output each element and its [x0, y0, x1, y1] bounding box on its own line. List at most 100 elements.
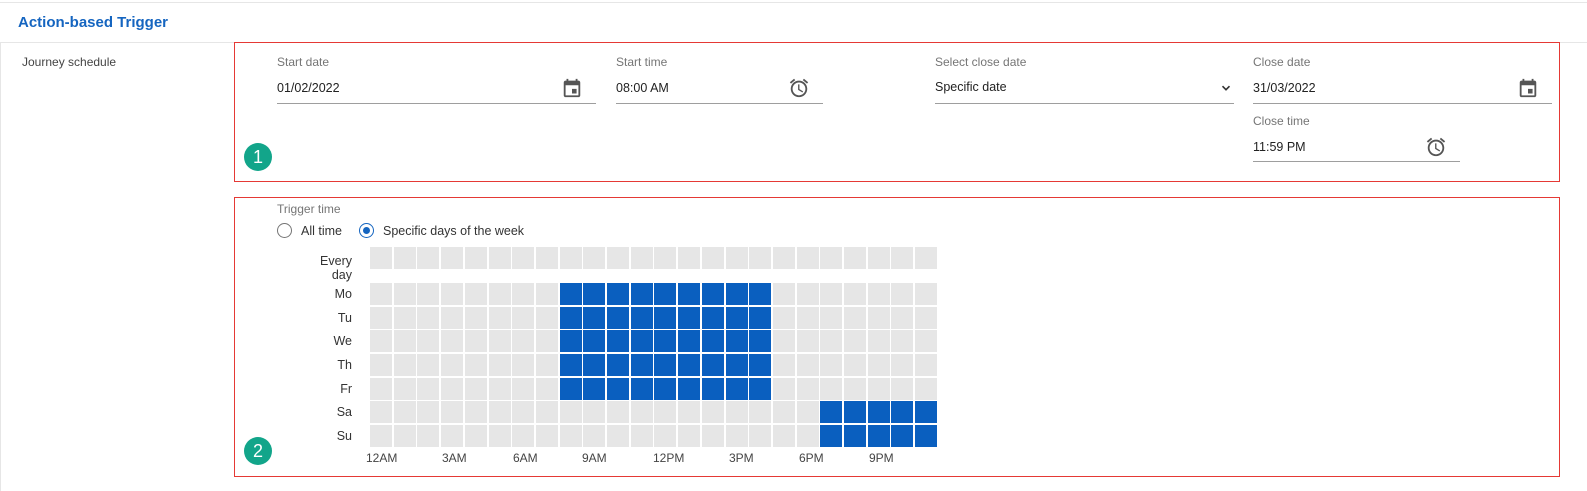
radio-specific-days-button[interactable] — [359, 223, 374, 238]
hour-cell-fr-1[interactable] — [394, 378, 416, 400]
hour-cell-every-day-11[interactable] — [631, 247, 653, 269]
hour-cell-tu-10[interactable] — [607, 307, 629, 329]
hour-cell-fr-8[interactable] — [560, 378, 582, 400]
close-date-field[interactable]: 31/03/2022 — [1253, 81, 1316, 95]
hour-cell-mo-23[interactable] — [915, 283, 937, 305]
hour-cell-we-19[interactable] — [820, 330, 842, 352]
hour-cell-we-23[interactable] — [915, 330, 937, 352]
hour-cell-fr-16[interactable] — [749, 378, 771, 400]
hour-cell-th-7[interactable] — [536, 354, 558, 376]
hour-cell-th-20[interactable] — [844, 354, 866, 376]
hour-cell-every-day-3[interactable] — [441, 247, 463, 269]
alarm-clock-icon[interactable] — [1425, 136, 1447, 158]
hour-cell-mo-15[interactable] — [726, 283, 748, 305]
hour-cell-every-day-21[interactable] — [868, 247, 890, 269]
hour-cell-fr-19[interactable] — [820, 378, 842, 400]
start-time-field[interactable]: 08:00 AM — [616, 81, 669, 95]
hour-cell-mo-9[interactable] — [583, 283, 605, 305]
calendar-icon[interactable] — [561, 77, 583, 99]
hour-cell-sa-17[interactable] — [773, 401, 795, 423]
hour-cell-we-14[interactable] — [702, 330, 724, 352]
hour-cell-tu-8[interactable] — [560, 307, 582, 329]
hour-cell-th-19[interactable] — [820, 354, 842, 376]
hour-cell-mo-13[interactable] — [678, 283, 700, 305]
hour-cell-su-8[interactable] — [560, 425, 582, 447]
hour-cell-sa-1[interactable] — [394, 401, 416, 423]
hour-cell-su-15[interactable] — [726, 425, 748, 447]
hour-cell-th-3[interactable] — [441, 354, 463, 376]
hour-cell-we-2[interactable] — [417, 330, 439, 352]
hour-cell-su-23[interactable] — [915, 425, 937, 447]
hour-cell-su-4[interactable] — [465, 425, 487, 447]
hour-cell-every-day-6[interactable] — [512, 247, 534, 269]
hour-cell-th-17[interactable] — [773, 354, 795, 376]
hour-cell-every-day-15[interactable] — [726, 247, 748, 269]
hour-cell-every-day-19[interactable] — [820, 247, 842, 269]
hour-cell-mo-18[interactable] — [797, 283, 819, 305]
hour-cell-th-2[interactable] — [417, 354, 439, 376]
hour-cell-th-4[interactable] — [465, 354, 487, 376]
hour-cell-fr-18[interactable] — [797, 378, 819, 400]
hour-cell-we-4[interactable] — [465, 330, 487, 352]
hour-cell-th-16[interactable] — [749, 354, 771, 376]
hour-cell-sa-23[interactable] — [915, 401, 937, 423]
hour-cell-tu-1[interactable] — [394, 307, 416, 329]
hour-cell-sa-21[interactable] — [868, 401, 890, 423]
hour-cell-tu-21[interactable] — [868, 307, 890, 329]
hour-cell-tu-11[interactable] — [631, 307, 653, 329]
hour-cell-we-13[interactable] — [678, 330, 700, 352]
hour-cell-we-11[interactable] — [631, 330, 653, 352]
hour-cell-sa-11[interactable] — [631, 401, 653, 423]
hour-cell-fr-22[interactable] — [891, 378, 913, 400]
hour-cell-fr-23[interactable] — [915, 378, 937, 400]
hour-cell-fr-21[interactable] — [868, 378, 890, 400]
hour-cell-su-5[interactable] — [489, 425, 511, 447]
hour-cell-we-0[interactable] — [370, 330, 392, 352]
hour-cell-sa-19[interactable] — [820, 401, 842, 423]
hour-cell-mo-6[interactable] — [512, 283, 534, 305]
hour-cell-th-1[interactable] — [394, 354, 416, 376]
hour-cell-th-15[interactable] — [726, 354, 748, 376]
hour-cell-sa-14[interactable] — [702, 401, 724, 423]
hour-cell-mo-16[interactable] — [749, 283, 771, 305]
hour-cell-every-day-2[interactable] — [417, 247, 439, 269]
radio-all-time[interactable]: All time — [277, 223, 342, 238]
hour-cell-tu-18[interactable] — [797, 307, 819, 329]
hour-cell-sa-9[interactable] — [583, 401, 605, 423]
hour-cell-every-day-7[interactable] — [536, 247, 558, 269]
alarm-clock-icon[interactable] — [788, 77, 810, 99]
hour-cell-mo-12[interactable] — [654, 283, 676, 305]
hour-cell-sa-5[interactable] — [489, 401, 511, 423]
hour-cell-su-7[interactable] — [536, 425, 558, 447]
hour-cell-every-day-12[interactable] — [654, 247, 676, 269]
hour-cell-su-10[interactable] — [607, 425, 629, 447]
hour-cell-th-9[interactable] — [583, 354, 605, 376]
hour-cell-we-20[interactable] — [844, 330, 866, 352]
hour-cell-tu-22[interactable] — [891, 307, 913, 329]
hour-cell-fr-3[interactable] — [441, 378, 463, 400]
hour-cell-we-18[interactable] — [797, 330, 819, 352]
hour-cell-every-day-4[interactable] — [465, 247, 487, 269]
close-time-field[interactable]: 11:59 PM — [1253, 140, 1306, 154]
hour-cell-every-day-10[interactable] — [607, 247, 629, 269]
hour-cell-every-day-9[interactable] — [583, 247, 605, 269]
hour-cell-fr-11[interactable] — [631, 378, 653, 400]
hour-cell-fr-7[interactable] — [536, 378, 558, 400]
hour-cell-sa-7[interactable] — [536, 401, 558, 423]
hour-cell-sa-20[interactable] — [844, 401, 866, 423]
hour-cell-we-9[interactable] — [583, 330, 605, 352]
hour-cell-su-14[interactable] — [702, 425, 724, 447]
hour-cell-su-1[interactable] — [394, 425, 416, 447]
hour-cell-sa-13[interactable] — [678, 401, 700, 423]
hour-cell-sa-10[interactable] — [607, 401, 629, 423]
hour-cell-fr-4[interactable] — [465, 378, 487, 400]
hour-cell-sa-8[interactable] — [560, 401, 582, 423]
hour-cell-tu-6[interactable] — [512, 307, 534, 329]
hour-cell-mo-22[interactable] — [891, 283, 913, 305]
hour-cell-sa-3[interactable] — [441, 401, 463, 423]
hour-cell-sa-12[interactable] — [654, 401, 676, 423]
hour-cell-we-10[interactable] — [607, 330, 629, 352]
hour-cell-th-11[interactable] — [631, 354, 653, 376]
hour-cell-we-3[interactable] — [441, 330, 463, 352]
hour-cell-we-17[interactable] — [773, 330, 795, 352]
